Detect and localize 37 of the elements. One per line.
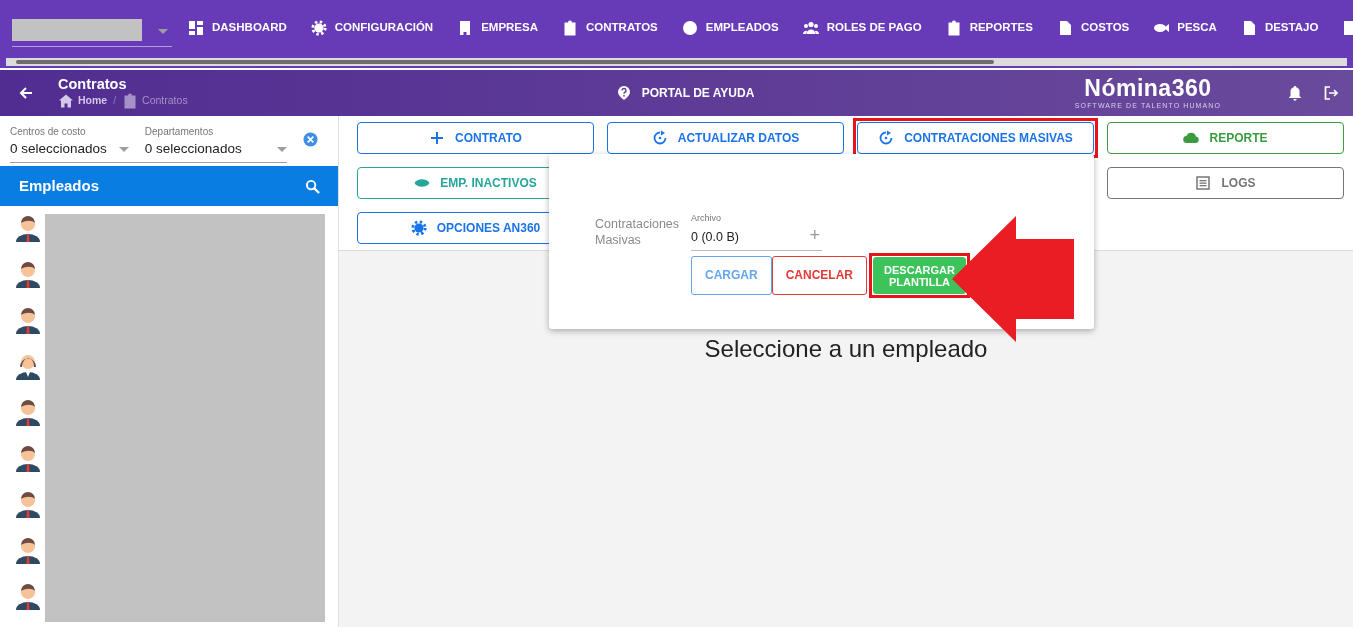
filter-select[interactable]: 0 seleccionados — [10, 139, 129, 160]
search-icon[interactable] — [305, 178, 320, 194]
panel-title: Empleados — [19, 175, 100, 196]
nav-link[interactable]: CONTRATOS — [550, 19, 670, 37]
nav-link[interactable]: COSTOS — [1044, 19, 1142, 37]
nav-link[interactable]: REPORTES — [933, 19, 1045, 37]
breadcrumb-link[interactable]: Home — [58, 92, 108, 109]
popup-title: Contrataciones Masivas — [595, 217, 681, 249]
nav-link[interactable]: DESTAJO — [1228, 19, 1331, 37]
logo-wordmark: Nómina360 — [1083, 77, 1213, 100]
toolbar-button[interactable]: REPORTE — [1107, 122, 1344, 154]
empty-state-message: Seleccione a un empleado — [704, 334, 988, 364]
popup-button[interactable]: CANCELAR — [771, 256, 867, 296]
nav-link[interactable]: PESCA — [1141, 19, 1229, 37]
file-input-field[interactable]: 0 (0.0 B) + — [691, 225, 822, 252]
filter-label: Departamentos — [144, 125, 215, 139]
toolbar-button[interactable]: LOGS — [1107, 167, 1344, 199]
filter-label: Centros de costo — [10, 125, 87, 139]
nav-link[interactable]: EMPLEADOS — [669, 19, 791, 37]
toolbar-button[interactable]: CONTRATACIONES MASIVAS — [857, 122, 1094, 154]
nav-link[interactable]: ROLES DE PAGO — [790, 19, 934, 37]
help-icon — [615, 85, 632, 101]
nav-link[interactable]: DASHBOARD — [176, 19, 299, 37]
nav-link[interactable]: EMPRESA — [445, 19, 550, 37]
breadcrumb-separator: / — [113, 93, 117, 109]
toolbar-button[interactable]: CONTRATO — [357, 122, 594, 154]
back-arrow-icon[interactable] — [18, 85, 34, 101]
filter-select[interactable]: 0 seleccionados — [144, 139, 287, 160]
nav-link[interactable]: CONFIGURACIÓN — [298, 19, 446, 37]
clear-filter-icon[interactable] — [303, 132, 318, 147]
field-label: Archivo — [691, 212, 722, 225]
logout-icon[interactable] — [1323, 85, 1339, 101]
help-portal-link[interactable]: PORTAL DE AYUDA — [615, 84, 755, 102]
horizontal-scrollbar[interactable] — [6, 58, 1347, 66]
bell-icon[interactable] — [1287, 85, 1303, 101]
page-title: Contratos — [58, 77, 128, 93]
toolbar-button[interactable]: ACTUALIZAR DATOS — [607, 122, 844, 154]
